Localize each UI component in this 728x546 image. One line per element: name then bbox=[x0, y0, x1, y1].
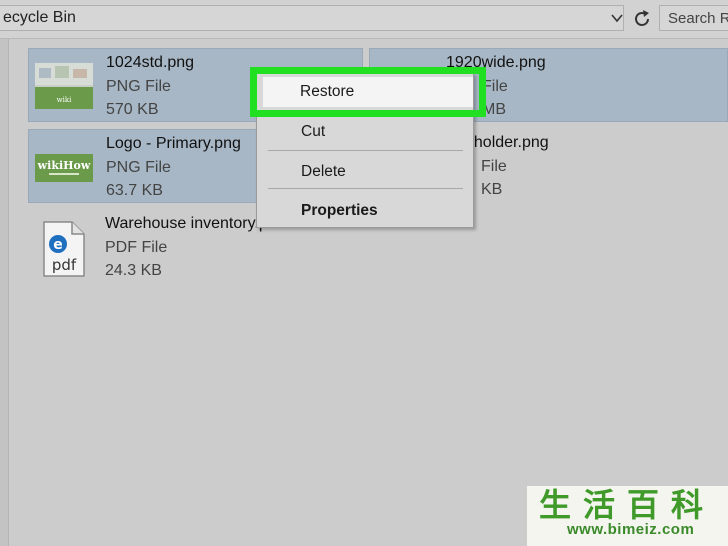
file-type: PNG File bbox=[106, 159, 171, 176]
file-size: 63.7 KB bbox=[106, 182, 163, 199]
watermark: 生活百科 www.bimeiz.com bbox=[527, 486, 728, 546]
address-field[interactable]: ecycle Bin bbox=[0, 5, 624, 31]
address-path: ecycle Bin bbox=[3, 9, 76, 26]
highlight-box bbox=[250, 67, 486, 117]
file-size: 24.3 KB bbox=[105, 262, 162, 279]
menu-item-cut[interactable]: Cut bbox=[301, 123, 325, 141]
image-thumbnail-icon: wiki bbox=[35, 63, 93, 109]
menu-separator bbox=[268, 150, 463, 151]
file-type: PDF File bbox=[105, 239, 168, 256]
menu-item-properties[interactable]: Properties bbox=[301, 202, 378, 220]
file-name: 1024std.png bbox=[106, 54, 195, 71]
pdf-label: pdf bbox=[52, 256, 77, 274]
chevron-down-icon[interactable] bbox=[609, 10, 625, 26]
pdf-file-icon: e pdf bbox=[43, 221, 85, 277]
file-name: eholder.png bbox=[465, 134, 549, 151]
menu-item-delete[interactable]: Delete bbox=[301, 163, 346, 181]
svg-text:e: e bbox=[53, 237, 63, 253]
thumb-small-text: wiki bbox=[57, 96, 72, 104]
file-size: KB bbox=[481, 181, 503, 198]
search-input[interactable]: Search R bbox=[659, 5, 728, 31]
file-type: PNG File bbox=[106, 78, 171, 95]
file-type: File bbox=[481, 158, 507, 175]
navigation-pane-edge bbox=[0, 39, 9, 546]
wikihow-logo-thumbnail-icon: wikiHow bbox=[35, 154, 93, 182]
address-bar: ecycle Bin Search R bbox=[0, 0, 728, 39]
file-name: Logo - Primary.png bbox=[106, 135, 241, 152]
watermark-url: www.bimeiz.com bbox=[567, 521, 695, 538]
thumb-logo-text: wikiHow bbox=[37, 159, 91, 172]
refresh-icon[interactable] bbox=[629, 6, 655, 32]
file-name: Warehouse inventory.pdf bbox=[105, 215, 282, 232]
search-placeholder: Search R bbox=[668, 10, 728, 27]
file-size: 570 KB bbox=[106, 101, 159, 118]
menu-separator bbox=[268, 188, 463, 189]
watermark-characters: 生活百科 bbox=[539, 486, 715, 522]
svg-text:生活百科: 生活百科 bbox=[539, 486, 715, 522]
